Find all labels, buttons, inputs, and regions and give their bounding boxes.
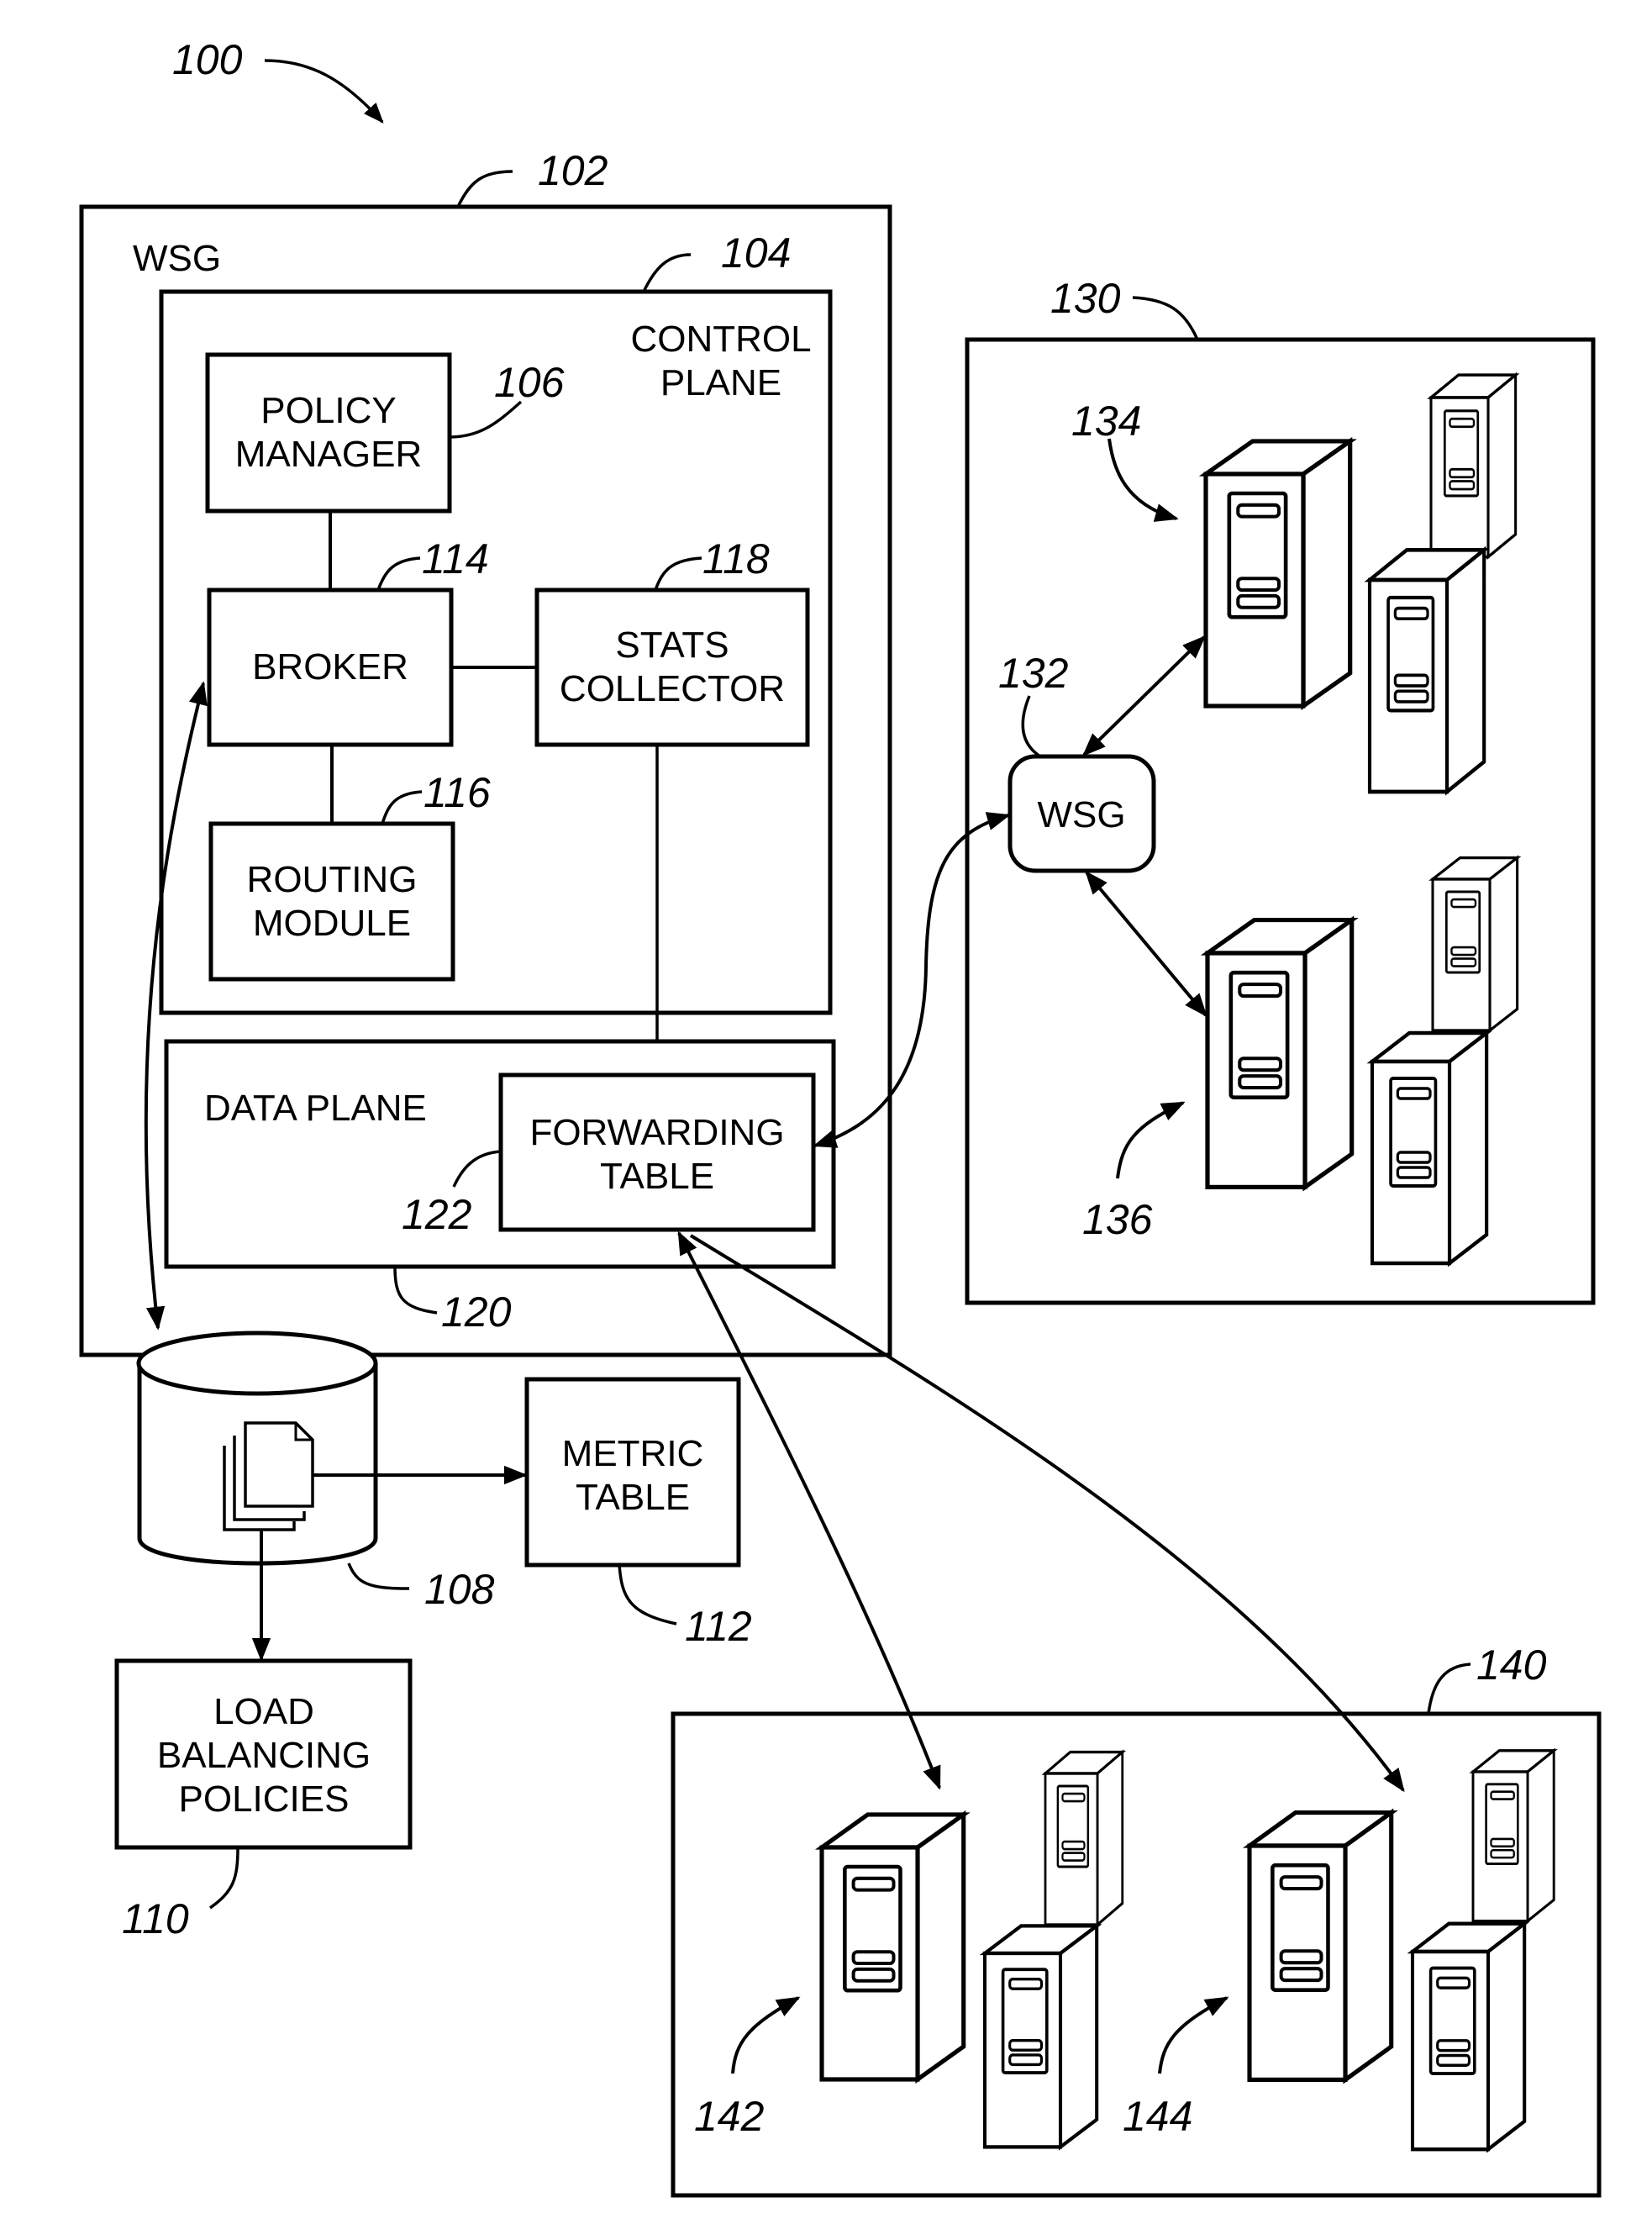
server-icon[interactable] [1372, 1033, 1486, 1263]
broker-ref: 114 [422, 535, 489, 582]
server-group-142-ref: 142 [694, 2093, 765, 2140]
routing-module-line2: MODULE [253, 903, 411, 944]
site-130-gateway-ref: 132 [998, 650, 1069, 697]
server-icon[interactable] [822, 1815, 964, 2079]
stats-collector-line2: COLLECTOR [560, 668, 785, 709]
data-plane-ref: 120 [441, 1288, 512, 1336]
database-ref: 108 [424, 1566, 495, 1613]
metric-table-ref: 112 [685, 1603, 752, 1650]
server-icon[interactable] [1370, 550, 1484, 792]
wsg-ref-leader [456, 170, 513, 208]
server-icon[interactable] [1044, 1750, 1124, 1926]
load-balancing-ref: 110 [122, 1895, 189, 1942]
site-130-ref: 130 [1050, 275, 1121, 322]
server-icon[interactable] [1207, 920, 1352, 1188]
wsg-ref: 102 [538, 147, 608, 194]
stats-collector-ref: 118 [702, 535, 770, 582]
server-icon[interactable] [1431, 856, 1519, 1032]
forwarding-table-ref: 122 [402, 1191, 472, 1238]
control-plane-title-line2: PLANE [660, 362, 781, 403]
server-icon[interactable] [1206, 441, 1350, 706]
routing-module-ref: 116 [424, 769, 491, 816]
server-icon[interactable] [1471, 1749, 1555, 1923]
server-icon[interactable] [985, 1926, 1097, 2147]
server-group-136-ref: 136 [1082, 1196, 1153, 1243]
site-140-ref-leader [1427, 1663, 1471, 1715]
forwarding-table-line2: TABLE [600, 1156, 714, 1197]
policy-manager-line1: POLICY [260, 390, 396, 431]
metric-table-ref-leader [618, 1564, 677, 1626]
server-group-134-ref: 134 [1071, 398, 1141, 445]
figure-ref-label: 100 [172, 36, 243, 83]
stats-collector-line1: STATS [615, 624, 729, 666]
broker-label: BROKER [252, 646, 408, 688]
routing-module-line1: ROUTING [247, 859, 418, 900]
server-group-144-ref: 144 [1123, 2093, 1192, 2140]
data-plane-title: DATA PLANE [204, 1088, 427, 1129]
control-plane-title-line1: CONTROL [630, 319, 811, 360]
server-icon[interactable] [1429, 373, 1518, 559]
policy-manager-line2: MANAGER [235, 434, 422, 475]
load-balancing-line3: POLICIES [179, 1778, 350, 1820]
policy-manager-box[interactable] [205, 352, 452, 514]
wsg-title: WSG [133, 238, 221, 279]
site-130-gateway-label: WSG [1037, 794, 1125, 835]
load-balancing-line1: LOAD [213, 1691, 314, 1732]
routing-module-box[interactable] [208, 821, 455, 982]
load-balancing-line2: BALANCING [157, 1735, 371, 1776]
figure-ref-arrow [264, 59, 384, 124]
site-130-ref-leader [1132, 296, 1199, 340]
forwarding-table-line1: FORWARDING [529, 1112, 784, 1153]
server-icon[interactable] [1413, 1924, 1524, 2150]
stats-collector-box[interactable] [534, 588, 810, 747]
load-balancing-ref-leader [208, 1847, 239, 1910]
policy-manager-ref: 106 [494, 359, 565, 406]
database-ref-leader [347, 1562, 410, 1590]
metric-table-line2: TABLE [576, 1477, 690, 1518]
system-diagram: 100 WSG 102 CONTROL PLANE 104 POLICY MAN… [79, 36, 1602, 2198]
server-icon[interactable] [1250, 1813, 1392, 2080]
site-140-ref: 140 [1476, 1641, 1547, 1689]
metric-table-line1: METRIC [562, 1433, 704, 1474]
control-plane-ref: 104 [721, 229, 791, 277]
